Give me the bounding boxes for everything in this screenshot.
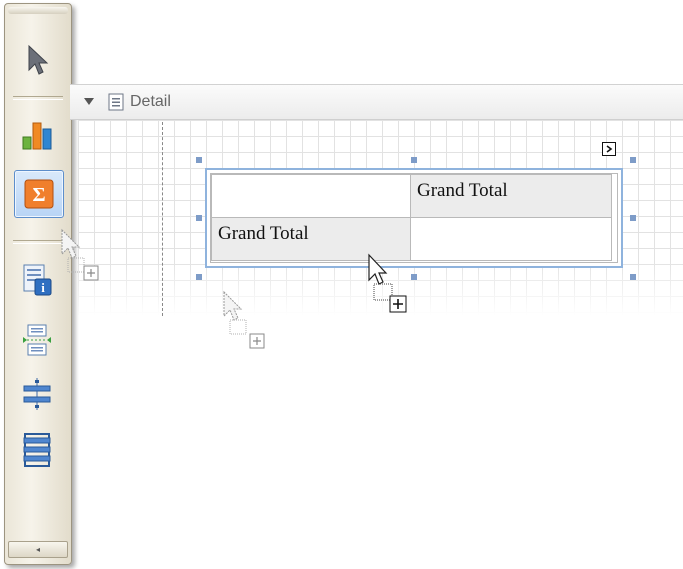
corner-cell[interactable] xyxy=(211,174,411,218)
scroll-left-icon: ◂ xyxy=(35,545,40,554)
band-title: Detail xyxy=(130,93,171,110)
toolbox-grip[interactable] xyxy=(8,7,68,14)
column-grand-total-cell[interactable]: Grand Total xyxy=(410,174,612,218)
toolbox-separator xyxy=(13,240,63,244)
resize-handle[interactable] xyxy=(411,157,417,163)
cross-band-line-tool[interactable] xyxy=(17,374,57,414)
detail-band-icon xyxy=(108,93,124,111)
resize-handle[interactable] xyxy=(196,157,202,163)
cross-band-box-tool[interactable] xyxy=(17,430,57,470)
page-break-icon xyxy=(23,324,51,356)
data-cell[interactable] xyxy=(410,217,612,261)
left-margin-line xyxy=(162,122,163,316)
cross-tab-body: Grand Total Grand Total xyxy=(210,173,618,263)
page-info-tool[interactable]: i xyxy=(17,260,57,300)
toolbox-separator xyxy=(13,96,63,100)
svg-text:Σ: Σ xyxy=(32,184,45,206)
smart-tag-button[interactable] xyxy=(602,142,616,156)
drag-copy-cursor-active-icon xyxy=(368,253,407,313)
arrow-pointer-icon xyxy=(28,44,49,75)
resize-handle[interactable] xyxy=(630,157,636,163)
cross-band-line-icon xyxy=(23,378,51,410)
svg-text:i: i xyxy=(41,280,45,295)
chart-tool[interactable] xyxy=(17,114,57,154)
page-info-icon: i xyxy=(23,264,52,296)
cross-tab-tool[interactable]: Σ xyxy=(14,170,64,218)
detail-band-header[interactable]: Detail xyxy=(70,84,683,120)
cross-band-box-icon xyxy=(23,433,51,467)
drag-copy-cursor-icon xyxy=(223,290,265,349)
drag-copy-cursor-icon xyxy=(61,228,99,281)
resize-handle[interactable] xyxy=(630,215,636,221)
resize-handle[interactable] xyxy=(630,274,636,280)
bar-chart-icon xyxy=(22,122,52,150)
cross-tab-control[interactable]: Grand Total Grand Total xyxy=(205,168,623,268)
pointer-tool[interactable] xyxy=(17,40,57,80)
resize-handle[interactable] xyxy=(196,215,202,221)
resize-handle[interactable] xyxy=(196,274,202,280)
chevron-right-icon xyxy=(606,145,613,153)
page-break-tool[interactable] xyxy=(17,320,57,360)
sigma-icon: Σ xyxy=(24,179,54,209)
collapse-triangle-icon[interactable] xyxy=(84,98,94,105)
toolbox-scroll-button[interactable]: ◂ xyxy=(8,541,68,558)
